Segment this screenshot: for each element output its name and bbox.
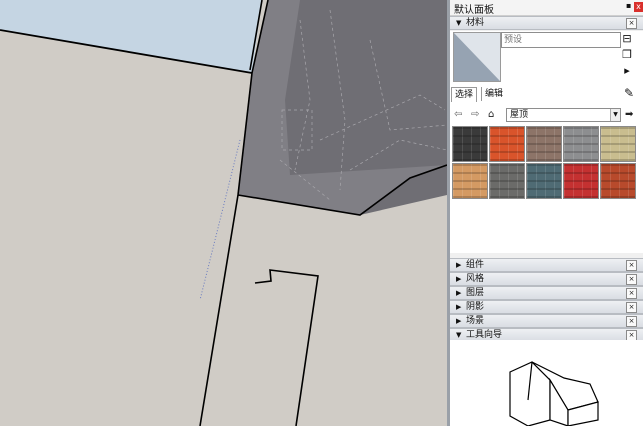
collapse-arrow-icon: ▶	[456, 261, 462, 269]
material-swatch-grey-shake[interactable]	[489, 163, 525, 199]
section-header-3[interactable]: ▶ 阴影 ×	[450, 300, 643, 314]
close-icon[interactable]: x	[634, 2, 643, 12]
material-swatch-grey-slate[interactable]	[563, 126, 599, 162]
material-swatch-orange-clay-tiles[interactable]	[489, 126, 525, 162]
expand-arrow-icon: ▼	[456, 19, 462, 27]
library-dropdown[interactable]: 屋顶 ▼	[506, 108, 621, 122]
close-icon[interactable]: ×	[626, 274, 637, 285]
section-header-4[interactable]: ▶ 场景 ×	[450, 314, 643, 328]
close-icon[interactable]: ×	[626, 260, 637, 271]
material-swatch-beige-thatch[interactable]	[600, 126, 636, 162]
material-swatch-teal-mottled[interactable]	[526, 163, 562, 199]
material-preview	[453, 32, 501, 82]
collapse-arrow-icon: ▶	[456, 289, 462, 297]
collapse-arrow-icon: ▶	[456, 317, 462, 325]
material-swatch-dark-slate-shingles[interactable]	[452, 126, 488, 162]
close-icon[interactable]: ×	[626, 316, 637, 327]
close-icon[interactable]: ×	[626, 302, 637, 313]
section-label: 图层	[466, 288, 485, 298]
chevron-down-icon: ▼	[610, 109, 620, 121]
tab-select[interactable]: 选择	[451, 87, 478, 102]
materials-tabs: 选择 编辑	[451, 87, 626, 102]
home-icon[interactable]: ⌂	[488, 108, 494, 122]
tab-edit[interactable]: 编辑	[481, 87, 506, 101]
section-header-2[interactable]: ▶ 图层 ×	[450, 286, 643, 300]
expand-arrow-icon: ▼	[456, 331, 462, 339]
details-arrow-icon[interactable]: ➡	[625, 108, 633, 122]
material-swatch-red-spanish-tiles[interactable]	[600, 163, 636, 199]
section-label: 材料	[466, 18, 485, 28]
material-swatch-tan-scallop-shingles[interactable]	[452, 163, 488, 199]
material-swatch-grid	[452, 126, 639, 200]
default-tray: 默认面板 ▪ x ▼ 材料 × ⊟ ❒ ▸ 选择 编辑 ✎ ⇦ ⇨ ⌂	[450, 0, 643, 426]
collapse-arrow-icon: ▶	[456, 275, 462, 283]
tray-title: 默认面板	[454, 5, 494, 16]
3d-viewport[interactable]	[0, 0, 447, 426]
material-swatch-red-metal[interactable]	[563, 163, 599, 199]
section-label: 场景	[466, 316, 485, 326]
section-label: 风格	[466, 274, 485, 284]
section-header-1[interactable]: ▶ 风格 ×	[450, 272, 643, 286]
tray-titlebar: 默认面板 ▪ x	[450, 0, 643, 16]
library-nav-row: ⇦ ⇨ ⌂ 屋顶 ▼ ➡	[454, 108, 639, 122]
material-swatch-brown-shingles[interactable]	[526, 126, 562, 162]
close-icon[interactable]: ×	[626, 18, 637, 29]
eyedropper-icon[interactable]: ✎	[624, 86, 634, 100]
paint-bucket-icon[interactable]: ⊟	[620, 32, 634, 45]
close-icon[interactable]: ×	[626, 288, 637, 299]
house-sketch-illustration	[509, 361, 599, 426]
section-label: 组件	[466, 260, 485, 270]
section-header-0[interactable]: ▶ 组件 ×	[450, 258, 643, 272]
forward-arrow-icon[interactable]: ⇨	[471, 108, 479, 122]
create-material-icon[interactable]: ❒	[620, 48, 634, 61]
pin-icon[interactable]: ▪	[626, 1, 631, 10]
instructor-panel	[450, 340, 643, 426]
materials-panel: ⊟ ❒ ▸ 选择 编辑 ✎ ⇦ ⇨ ⌂ 屋顶 ▼ ➡	[450, 31, 643, 253]
back-arrow-icon[interactable]: ⇦	[454, 108, 462, 122]
arrow-right-icon[interactable]: ▸	[620, 64, 634, 77]
collapse-arrow-icon: ▶	[456, 303, 462, 311]
material-name-input[interactable]	[501, 32, 621, 48]
section-label: 阴影	[466, 302, 485, 312]
library-dropdown-value: 屋顶	[510, 110, 529, 120]
section-header-materials[interactable]: ▼ 材料 ×	[450, 16, 643, 30]
